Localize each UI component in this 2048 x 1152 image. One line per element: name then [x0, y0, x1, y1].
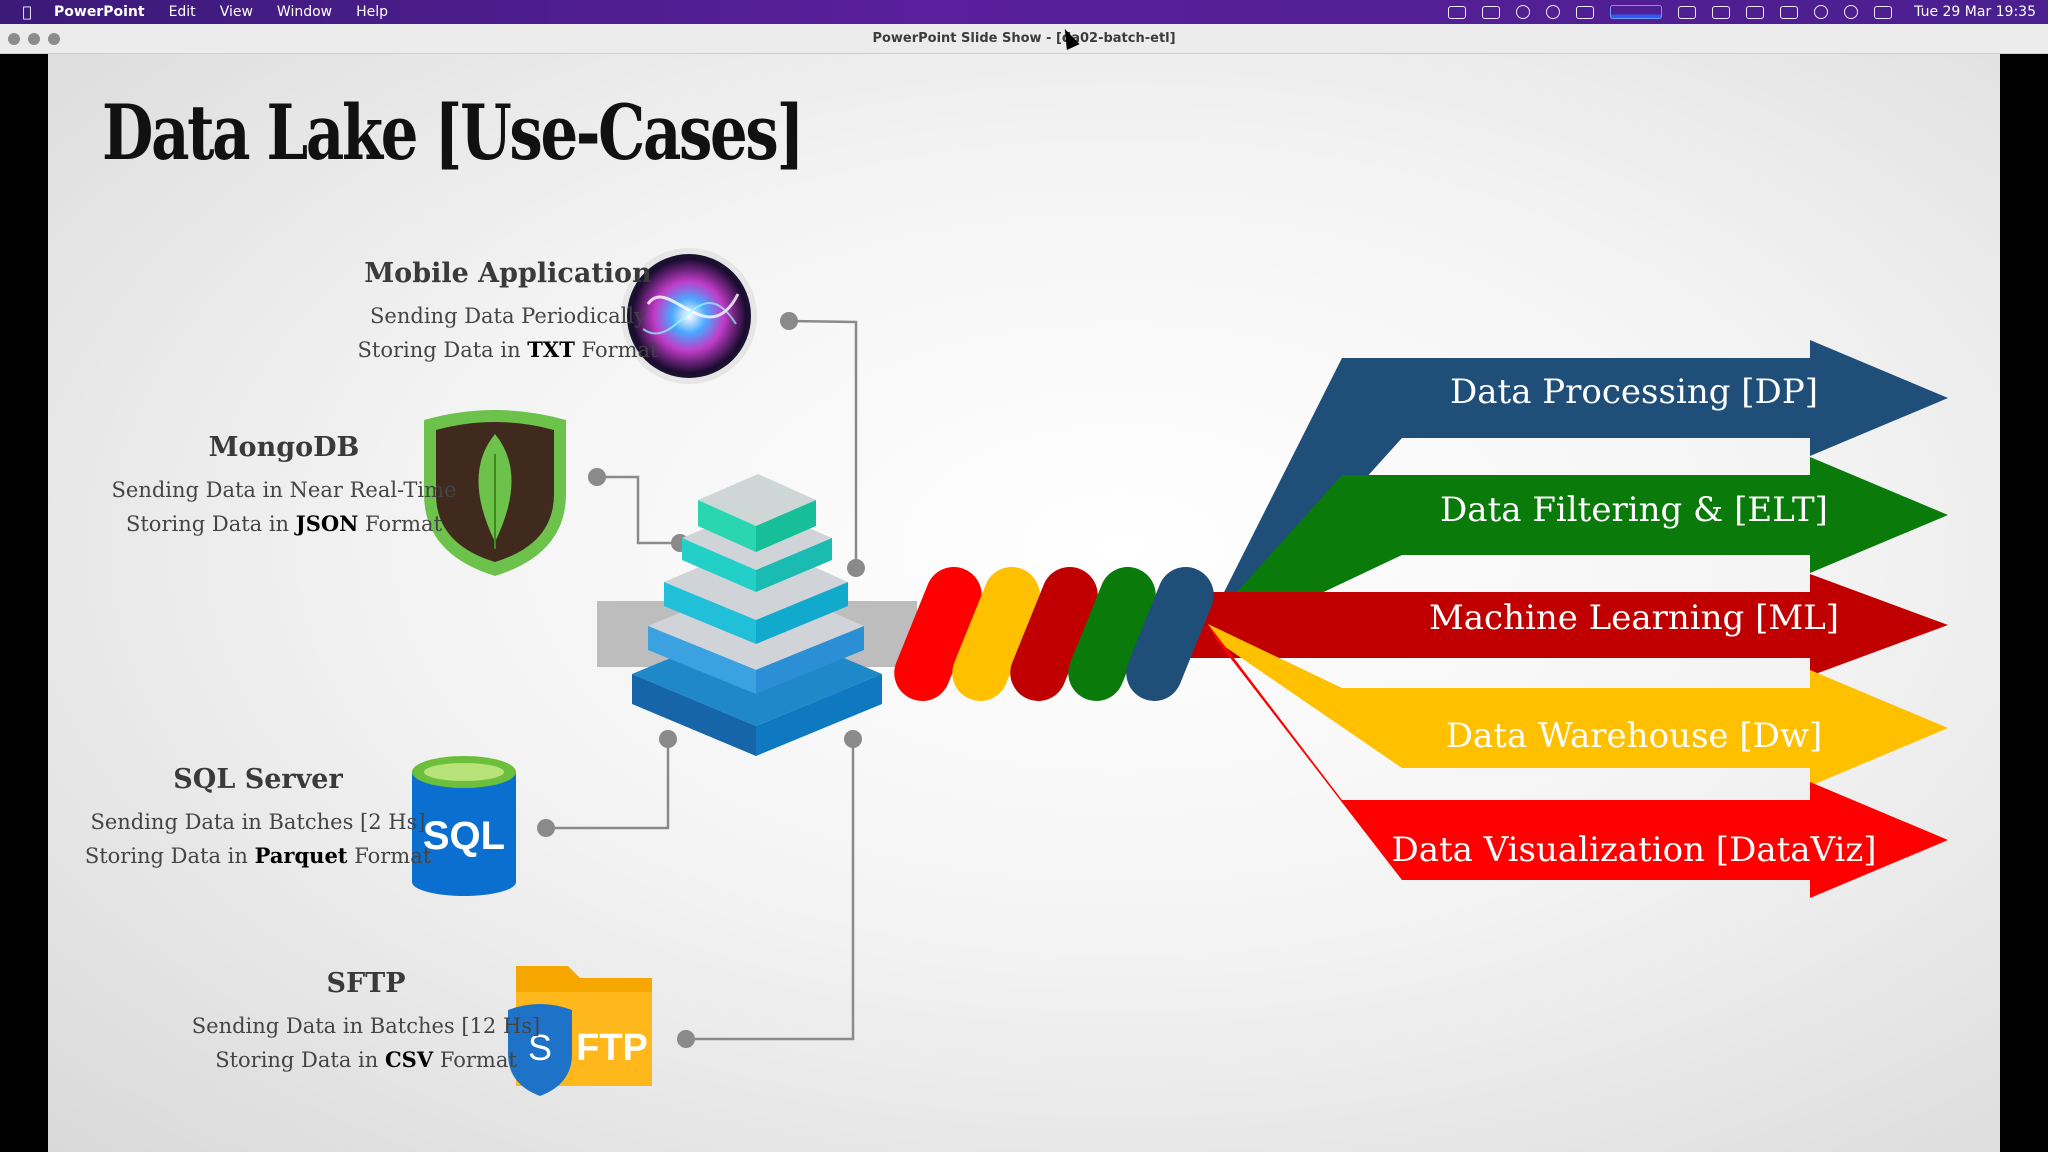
control-center-icon[interactable]	[1874, 5, 1893, 19]
menu-help[interactable]: Help	[356, 4, 388, 20]
use-case-label-ml: Machine Learning [ML]	[1428, 598, 1840, 638]
memory-icon[interactable]	[1678, 5, 1697, 19]
slide[interactable]: Data Lake [Use-Cases] SQL FTP S Mobile A…	[48, 54, 2000, 1152]
menu-bar:  PowerPoint Edit View Window Help Tue 2…	[0, 0, 2048, 24]
source-frequency: Sending Data in Batches [2 Hs]	[90, 810, 426, 834]
source-name: Mobile Application	[364, 258, 652, 289]
wifi-icon[interactable]	[1814, 5, 1829, 19]
source-mongodb: MongoDB Sending Data in Near Real-Time S…	[94, 432, 474, 541]
source-format: Storing Data in JSON Format	[125, 511, 443, 536]
window-controls	[8, 33, 60, 45]
use-case-label-elt: Data Filtering & [ELT]	[1440, 490, 1828, 530]
window-title: PowerPoint Slide Show - [da02-batch-etl]	[872, 31, 1176, 46]
menu-edit[interactable]: Edit	[169, 4, 196, 20]
cloud-icon[interactable]	[1576, 5, 1595, 19]
source-frequency: Sending Data in Batches [12 Hs]	[191, 1014, 541, 1038]
source-mobile-application: Mobile Application Sending Data Periodic…	[328, 258, 688, 367]
vpn-icon[interactable]	[1516, 5, 1531, 19]
source-sftp: SFTP Sending Data in Batches [12 Hs] Sto…	[176, 968, 556, 1077]
grammarly-icon[interactable]	[1546, 5, 1561, 19]
zoom-button[interactable]	[48, 33, 60, 45]
source-name: SFTP	[326, 968, 406, 999]
bluetooth-icon[interactable]	[1746, 5, 1765, 19]
sftp-icon-text: FTP	[576, 1027, 648, 1069]
window-titlebar: PowerPoint Slide Show - [da02-batch-etl]	[0, 24, 2048, 54]
use-case-label-dp: Data Processing [DP]	[1450, 372, 1818, 412]
menu-view[interactable]: View	[220, 4, 253, 20]
source-frequency: Sending Data in Near Real-Time	[111, 478, 457, 502]
dropbox-icon[interactable]	[1712, 5, 1731, 19]
cpu-graph-icon[interactable]	[1610, 5, 1663, 19]
battery-icon[interactable]	[1780, 5, 1799, 19]
apple-icon[interactable]: 	[0, 3, 54, 21]
menu-window[interactable]: Window	[277, 4, 332, 20]
source-name: MongoDB	[208, 432, 360, 463]
status-area: Tue 29 Mar 19:35	[1440, 0, 2048, 24]
source-frequency: Sending Data Periodically	[370, 304, 646, 328]
source-format: Storing Data in TXT Format	[357, 337, 659, 362]
spotlight-search-icon[interactable]	[1844, 5, 1859, 19]
source-name: SQL Server	[173, 764, 343, 795]
screen-record-icon[interactable]	[1448, 5, 1467, 19]
menubar-clock[interactable]: Tue 29 Mar 19:35	[1914, 4, 2036, 20]
minimize-button[interactable]	[28, 33, 40, 45]
source-format: Storing Data in Parquet Format	[84, 843, 432, 868]
stream-pills	[894, 567, 1214, 701]
use-case-label-dataviz: Data Visualization [DataViz]	[1391, 830, 1877, 870]
source-sql-server: SQL Server Sending Data in Batches [2 Hs…	[78, 764, 438, 873]
source-format: Storing Data in CSV Format	[215, 1047, 517, 1072]
menu-app-name[interactable]: PowerPoint	[54, 4, 145, 20]
close-button[interactable]	[8, 33, 20, 45]
window-icon[interactable]	[1482, 5, 1501, 19]
use-case-label-dw: Data Warehouse [Dw]	[1445, 716, 1823, 756]
